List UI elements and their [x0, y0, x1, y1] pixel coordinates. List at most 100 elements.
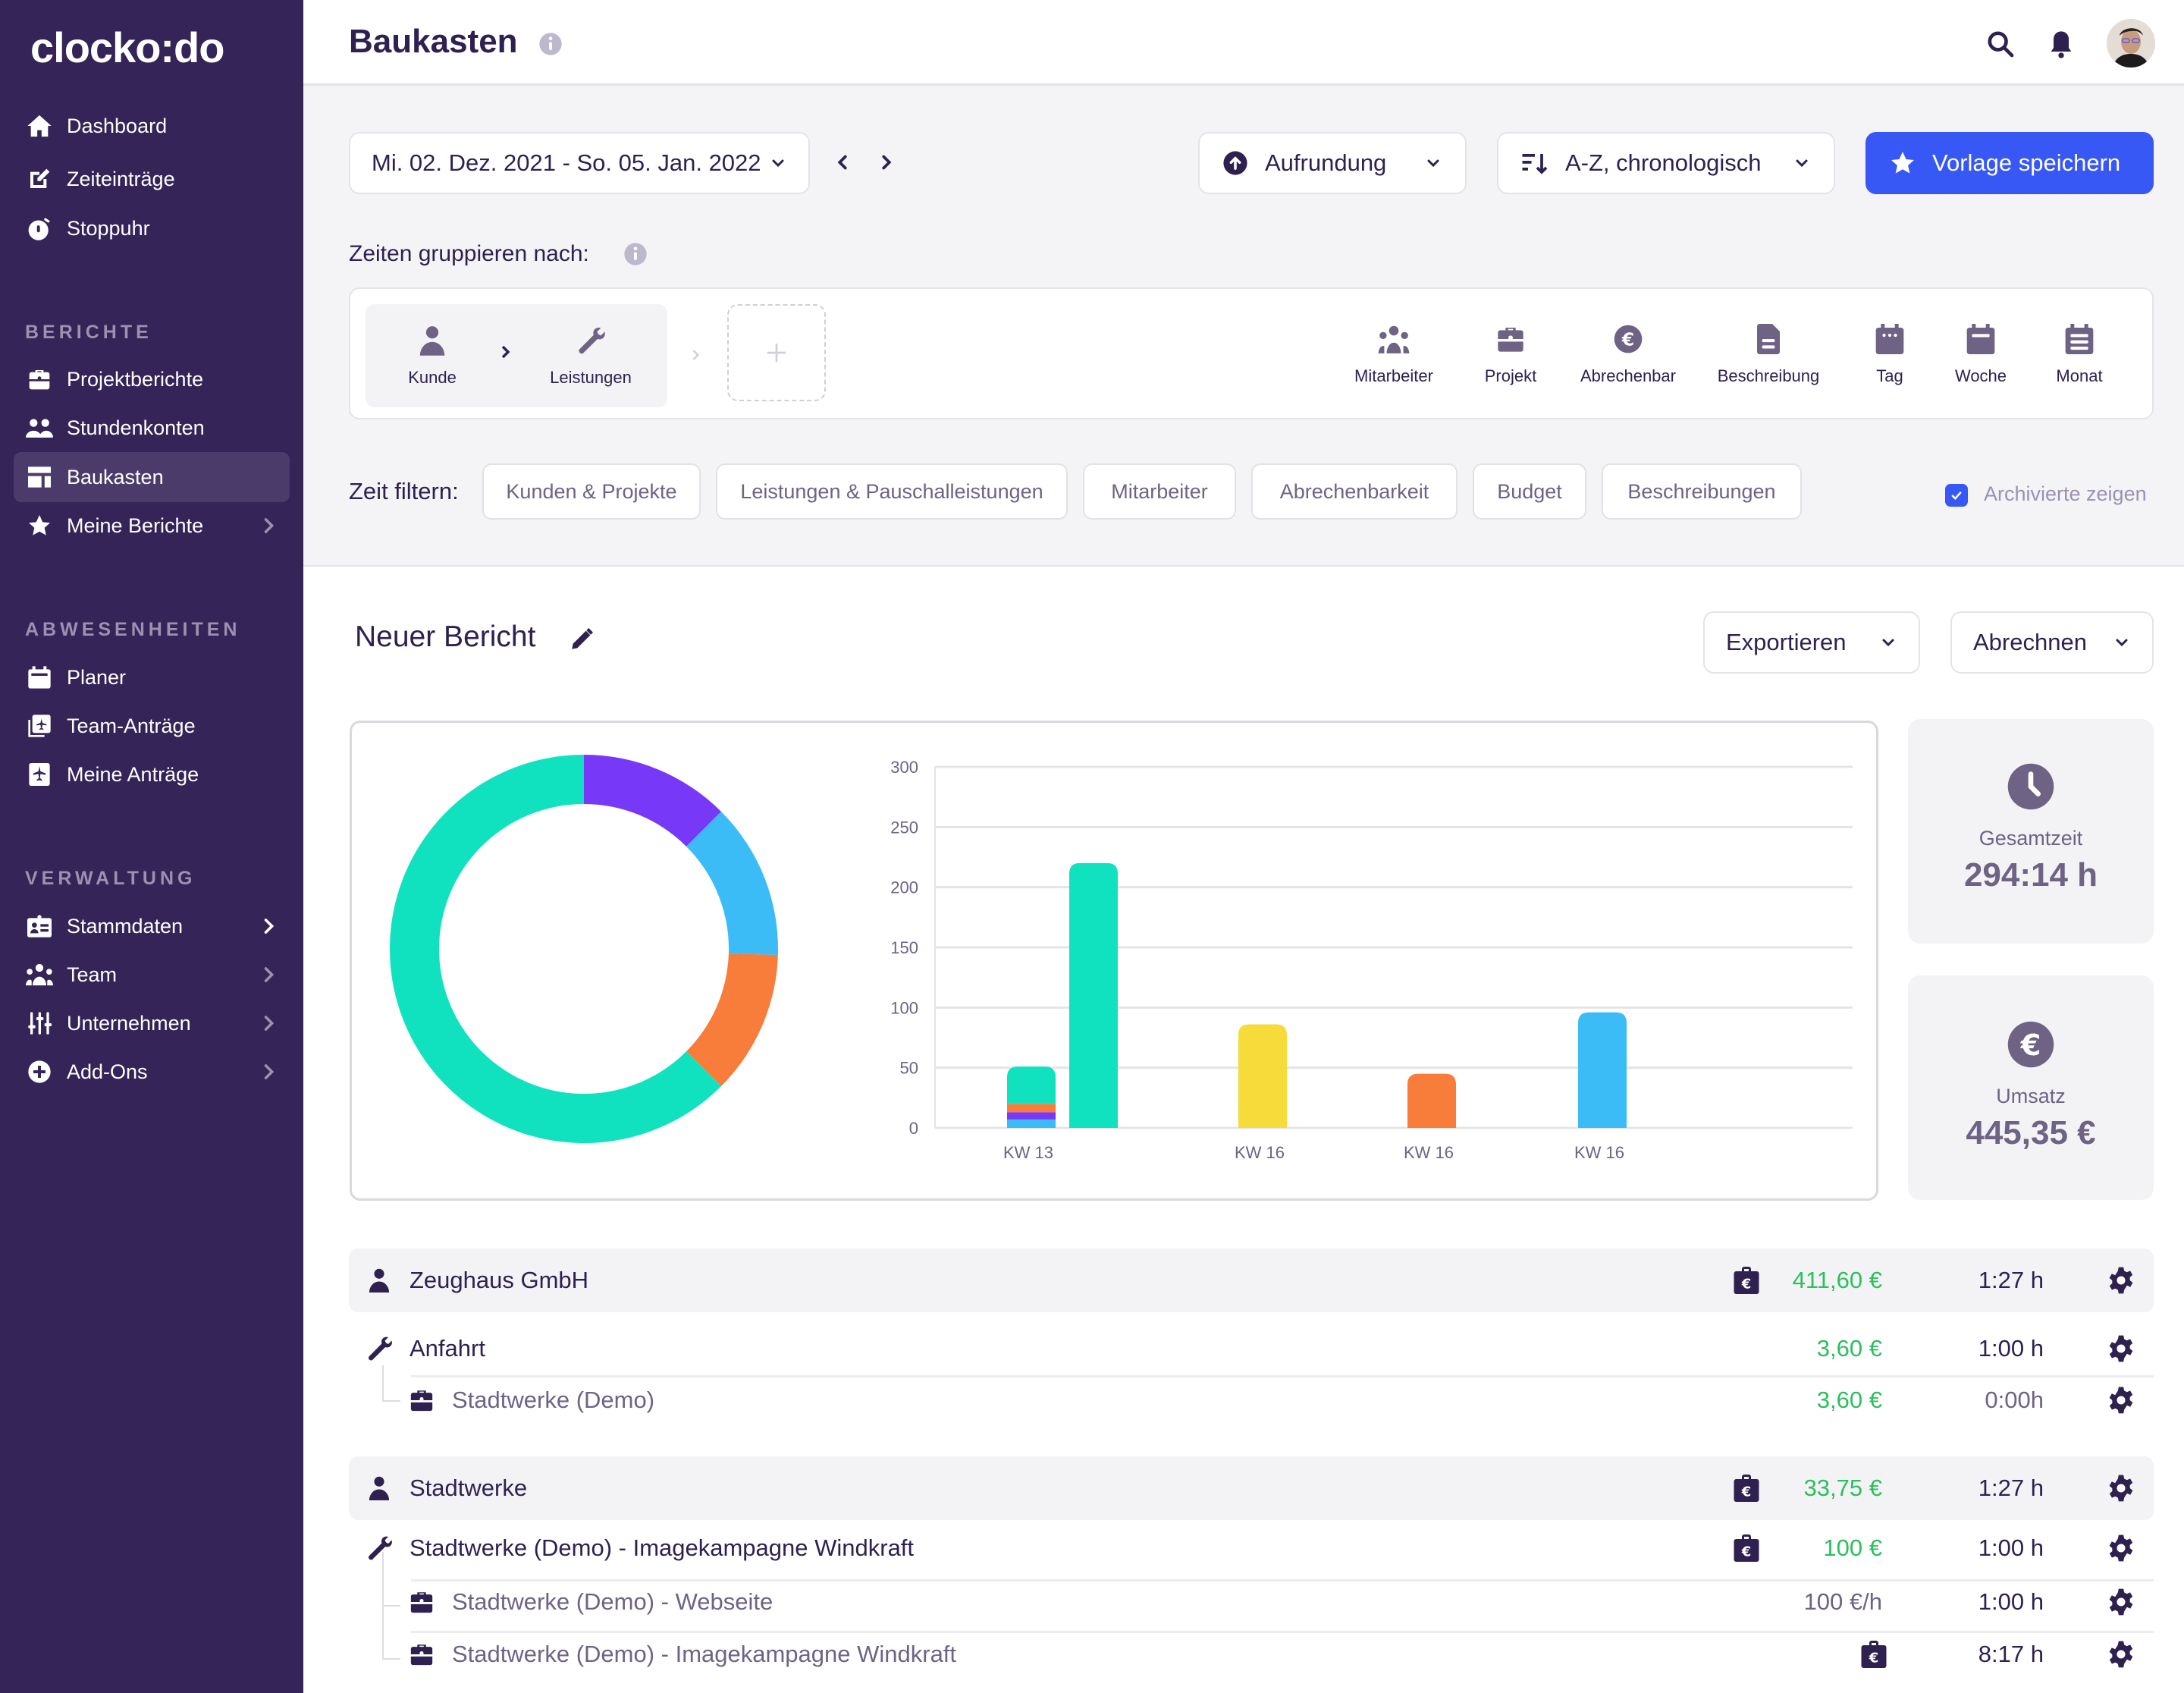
bar-segment[interactable] — [1578, 1012, 1627, 1128]
chevron-down-icon — [1424, 154, 1442, 172]
row-name: Stadtwerke (Demo) - Webseite — [452, 1588, 774, 1615]
bar-segment[interactable] — [1007, 1066, 1056, 1104]
info-icon[interactable] — [623, 242, 648, 266]
sidebar-item-dashboard[interactable]: Dashboard — [14, 101, 290, 151]
bar-segment[interactable] — [1069, 862, 1118, 1128]
gear-icon[interactable] — [2107, 1474, 2135, 1503]
sidebar-item-zeiteintraege[interactable]: Zeiteinträge — [14, 154, 290, 204]
team-requests-icon — [26, 712, 53, 740]
group-option-mitarbeiter[interactable]: Mitarbeiter — [1341, 322, 1447, 386]
sidebar-item-planer[interactable]: Planer — [14, 652, 290, 702]
section-title-abwesenheiten: ABWESENHEITEN — [25, 619, 241, 640]
bar-segment[interactable] — [1007, 1104, 1056, 1113]
sort-icon — [1521, 150, 1549, 176]
group-option-projekt[interactable]: Projekt — [1473, 322, 1549, 386]
svg-text:€: € — [1741, 1544, 1752, 1560]
bill-button[interactable]: Abrechnen — [1950, 611, 2154, 674]
arrow-up-circle-icon — [1222, 150, 1248, 176]
gear-icon[interactable] — [2107, 1588, 2135, 1616]
search-icon[interactable] — [1985, 29, 2016, 59]
table-row-project[interactable]: Stadtwerke (Demo) 3,60 € 0:00h — [349, 1373, 2154, 1428]
group-option-monat[interactable]: Monat — [2041, 322, 2117, 386]
logo[interactable]: clocko:do — [30, 23, 224, 72]
sidebar-item-label: Stammdaten — [67, 914, 184, 938]
previous-period-button[interactable] — [831, 149, 854, 176]
gear-icon[interactable] — [2107, 1334, 2135, 1363]
bar-segment[interactable] — [1238, 1024, 1287, 1128]
rounding-select[interactable]: Aufrundung — [1198, 132, 1467, 194]
group-option-woche[interactable]: Woche — [1943, 322, 2019, 386]
sidebar-item-stundenkonten[interactable]: Stundenkonten — [14, 403, 290, 453]
chevron-down-icon — [2113, 633, 2131, 652]
save-template-button[interactable]: Vorlage speichern — [1866, 132, 2154, 194]
bell-icon[interactable] — [2046, 29, 2076, 59]
info-icon[interactable] — [538, 32, 563, 56]
grouping-label: Zeiten gruppieren nach: — [349, 241, 589, 266]
row-time: 1:27 h — [1978, 1267, 2044, 1293]
gear-icon[interactable] — [2107, 1386, 2135, 1415]
bar-segment[interactable] — [1007, 1119, 1056, 1128]
pencil-icon[interactable] — [569, 627, 595, 652]
page-title: Baukasten — [349, 23, 518, 60]
group-option-tag[interactable]: Tag — [1859, 322, 1920, 386]
sidebar-item-label: Baukasten — [67, 465, 164, 488]
table-row-group[interactable]: Zeughaus GmbH €411,60 € 1:27 h — [349, 1249, 2154, 1312]
date-range-select[interactable]: Mi. 02. Dez. 2021 - So. 05. Jan. 2022 — [349, 132, 810, 194]
sidebar-item-baukasten[interactable]: Baukasten — [14, 452, 290, 502]
row-amount: 411,60 € — [1792, 1267, 1882, 1293]
id-card-icon — [26, 912, 53, 940]
bar-segment[interactable] — [1407, 1073, 1456, 1128]
sidebar-item-team[interactable]: Team — [14, 950, 290, 1000]
show-archived-checkbox[interactable] — [1945, 484, 1968, 507]
table-row-project[interactable]: Stadtwerke (Demo) - Imagekampagne Windkr… — [349, 1629, 2154, 1680]
filter-chip-beschreibungen[interactable]: Beschreibungen — [1602, 463, 1802, 520]
table-row-group[interactable]: Stadtwerke €33,75 € 1:27 h — [349, 1456, 2154, 1520]
filter-chip-leistungen[interactable]: Leistungen & Pauschalleistungen — [716, 463, 1068, 520]
table-row-service[interactable]: Anfahrt 3,60 € 1:00 h — [349, 1321, 2154, 1377]
x-tick-label: KW 16 — [1574, 1143, 1624, 1162]
y-tick-label: 150 — [890, 938, 918, 957]
row-divider — [411, 1375, 2154, 1377]
group-chip-kunde[interactable]: Kunde — [394, 324, 470, 388]
group-chip-leistungen[interactable]: Leistungen — [541, 324, 640, 388]
chevron-right-icon — [258, 1061, 279, 1082]
row-divider — [411, 1631, 2154, 1633]
table-row-project[interactable]: Stadtwerke (Demo) - Webseite 100 €/h 1:00 … — [349, 1576, 2154, 1628]
gear-icon[interactable] — [2107, 1266, 2135, 1295]
date-range-value: Mi. 02. Dez. 2021 - So. 05. Jan. 2022 — [372, 149, 761, 176]
gear-icon[interactable] — [2107, 1640, 2135, 1669]
sidebar-item-stammdaten[interactable]: Stammdaten — [14, 901, 290, 951]
sidebar-item-meine-antraege[interactable]: Meine Anträge — [14, 749, 290, 799]
sidebar-item-unternehmen[interactable]: Unternehmen — [14, 998, 290, 1048]
clock-icon — [2006, 762, 2056, 812]
export-button[interactable]: Exportieren — [1703, 611, 1920, 674]
next-period-button[interactable] — [875, 149, 898, 176]
filter-chip-budget[interactable]: Budget — [1473, 463, 1586, 520]
sidebar-item-projektberichte[interactable]: Projektberichte — [14, 354, 290, 404]
x-tick-label: KW 16 — [1235, 1143, 1285, 1162]
donut-slice-1[interactable] — [686, 811, 778, 956]
filter-chip-abrechenbarkeit[interactable]: Abrechenbarkeit — [1251, 463, 1458, 520]
person-icon — [366, 1267, 393, 1294]
filter-chip-mitarbeiter[interactable]: Mitarbeiter — [1083, 463, 1236, 520]
sort-select[interactable]: A-Z, chronologisch — [1497, 132, 1835, 194]
sidebar-item-team-antraege[interactable]: Team-Anträge — [14, 701, 290, 751]
wrench-icon — [574, 324, 607, 357]
team-icon — [1377, 322, 1410, 356]
chart-card: 0 50 100 150 200 250 300 KW 13 KW 16 KW 16 KW 16 — [350, 721, 1878, 1201]
users-icon — [26, 414, 53, 441]
bar-segment[interactable] — [1007, 1112, 1056, 1120]
sidebar-item-stoppuhr[interactable]: Stoppuhr — [14, 203, 290, 253]
add-grouping-button[interactable] — [727, 304, 826, 401]
group-option-abrechenbar[interactable]: € Abrechenbar — [1571, 322, 1685, 386]
group-option-beschreibung[interactable]: Beschreibung — [1708, 322, 1829, 386]
table-row-service[interactable]: Stadtwerke (Demo) - Imagekampagne Windkr… — [349, 1520, 2154, 1576]
gear-icon[interactable] — [2107, 1534, 2135, 1563]
group-option-label: Projekt — [1484, 366, 1537, 385]
sliders-icon — [26, 1010, 53, 1037]
filter-chip-kunden-projekte[interactable]: Kunden & Projekte — [482, 463, 701, 520]
sidebar-item-meine-berichte[interactable]: Meine Berichte — [14, 501, 290, 551]
svg-text:€: € — [1621, 328, 1634, 350]
sidebar-item-add-ons[interactable]: Add-Ons — [14, 1047, 290, 1097]
avatar[interactable] — [2107, 19, 2155, 68]
